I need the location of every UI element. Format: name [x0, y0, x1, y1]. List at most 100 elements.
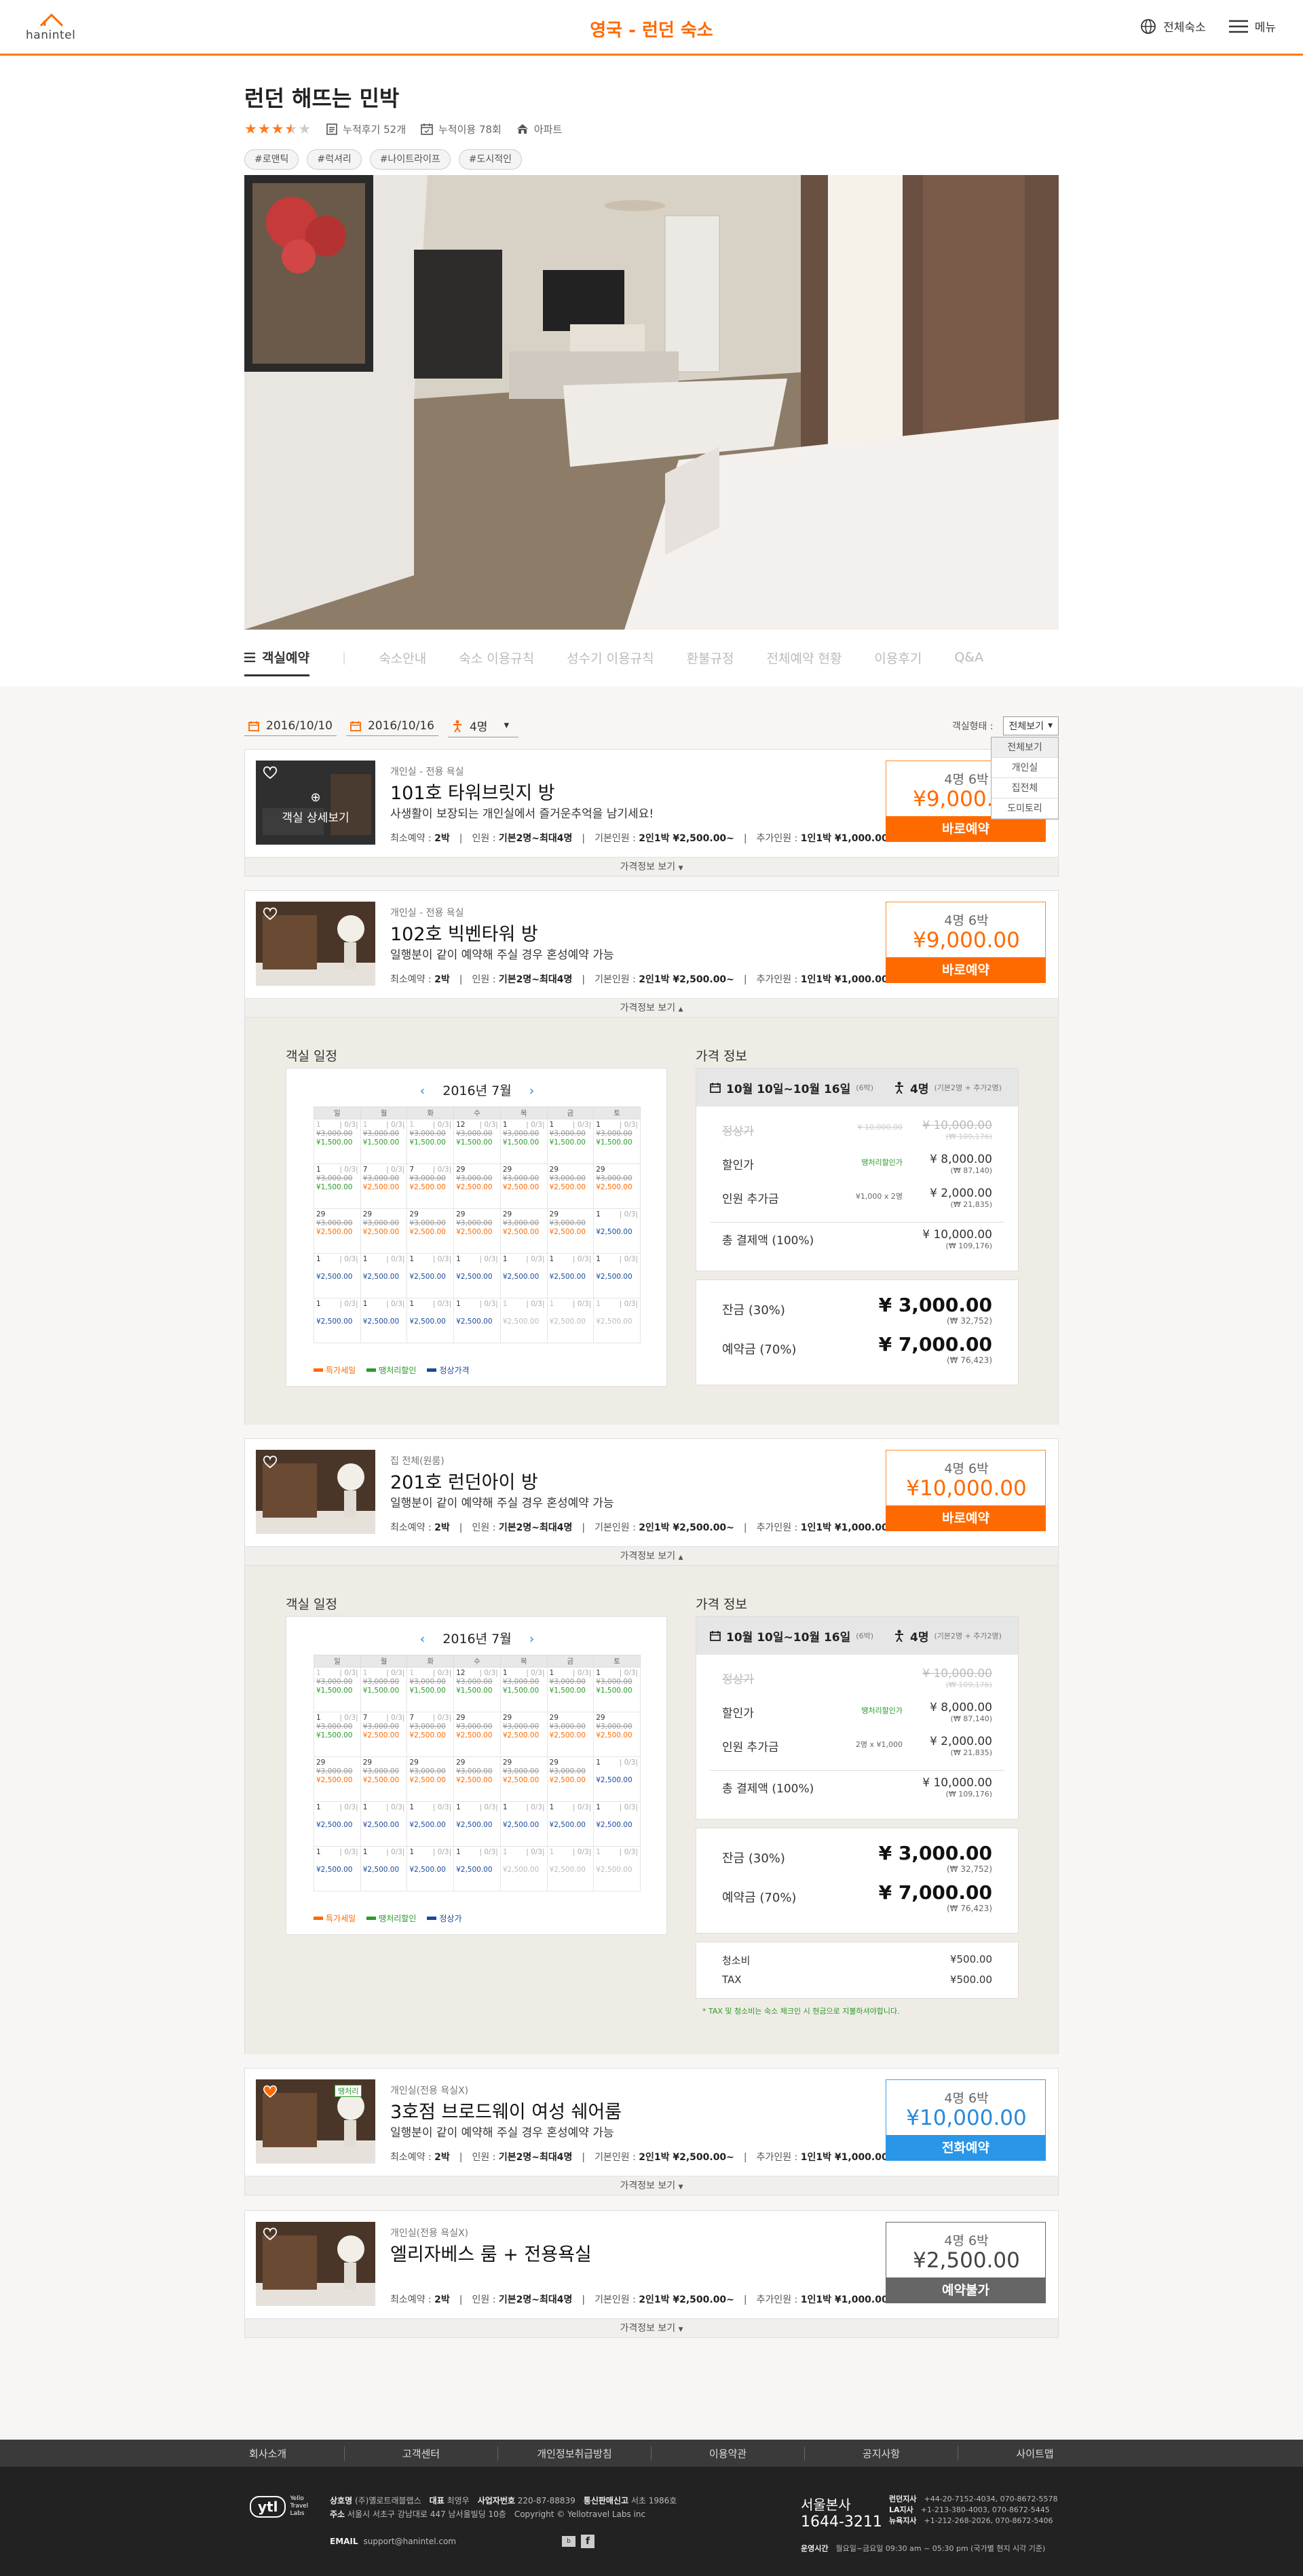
calendar-day[interactable]: 29 ¥3,000.00 ¥2,500.00	[546, 1208, 594, 1254]
footer-link-support[interactable]: 고객센터	[345, 2446, 498, 2461]
heart-icon[interactable]	[263, 2085, 278, 2098]
tab-reviews[interactable]: 이용후기	[874, 649, 922, 667]
calendar-day[interactable]: 12 | 0/3| ¥3,000.00 ¥1,500.00	[453, 1667, 501, 1712]
calendar-day[interactable]: 7 | 0/3| ¥3,000.00 ¥2,500.00	[360, 1164, 408, 1209]
calendar-day[interactable]: 1 | 0/3| ¥2,500.00	[314, 1846, 361, 1891]
calendar-day[interactable]: 1 | 0/3| ¥2,500.00	[499, 1846, 548, 1891]
calendar-day[interactable]: 29 ¥3,000.00 ¥2,500.00	[407, 1756, 455, 1802]
price-info-toggle[interactable]: 가격정보 보기 ▲	[245, 1546, 1058, 1565]
calendar-day[interactable]: 1 | 0/3| ¥2,500.00	[407, 1801, 455, 1847]
all-properties-link[interactable]: 전체숙소	[1140, 18, 1206, 35]
checkin-date[interactable]: 2016/10/10	[244, 716, 337, 736]
book-now-button[interactable]: 바로예약	[886, 957, 1046, 983]
room-thumbnail[interactable]: ⊕ 객실 상세보기	[256, 761, 375, 845]
calendar-day[interactable]: 29 ¥3,000.00 ¥2,500.00	[499, 1756, 548, 1802]
room-thumbnail[interactable]	[256, 1450, 375, 1534]
calendar-day[interactable]: 1 | 0/3| ¥2,500.00	[360, 1253, 408, 1299]
footer-link-privacy[interactable]: 개인정보취급방침	[498, 2446, 652, 2461]
calendar-day[interactable]: 29 ¥3,000.00 ¥2,500.00	[593, 1712, 641, 1757]
calendar-day[interactable]: 29 ¥3,000.00 ¥2,500.00	[453, 1164, 501, 1209]
calendar-day[interactable]: 1 | 0/3| ¥3,000.00 ¥1,500.00	[407, 1667, 455, 1712]
tab-refund[interactable]: 환불규정	[687, 649, 734, 667]
menu-button[interactable]: 메뉴	[1228, 18, 1276, 35]
calendar-day[interactable]: 29 ¥3,000.00 ¥2,500.00	[360, 1208, 408, 1254]
prev-month-button[interactable]: ‹	[420, 1632, 426, 1647]
calendar-day[interactable]: 1 | 0/3| ¥2,500.00	[593, 1801, 641, 1847]
blog-icon[interactable]: b	[562, 2536, 575, 2547]
price-info-toggle[interactable]: 가격정보 보기 ▼	[245, 2318, 1058, 2337]
calendar-day[interactable]: 1 | 0/3| ¥3,000.00 ¥1,500.00	[499, 1119, 548, 1164]
calendar-day[interactable]: 1 | 0/3| ¥3,000.00 ¥1,500.00	[314, 1164, 361, 1209]
calendar-day[interactable]: 1 | 0/3| ¥3,000.00 ¥1,500.00	[546, 1119, 594, 1164]
price-info-toggle[interactable]: 가격정보 보기 ▼	[245, 857, 1058, 876]
footer-link-about[interactable]: 회사소개	[191, 2446, 345, 2461]
calendar-day[interactable]: 1 | 0/3| ¥2,500.00	[499, 1253, 548, 1299]
calendar-day[interactable]: 29 ¥3,000.00 ¥2,500.00	[453, 1756, 501, 1802]
calendar-day[interactable]: 1 | 0/3| ¥2,500.00	[593, 1846, 641, 1891]
calendar-day[interactable]: 1 | 0/3| ¥2,500.00	[593, 1208, 641, 1254]
calendar-day[interactable]: 12 | 0/3| ¥3,000.00 ¥1,500.00	[453, 1119, 501, 1164]
guest-select[interactable]: 4명 ▼	[447, 714, 518, 737]
calendar-day[interactable]: 1 | 0/3| ¥3,000.00 ¥1,500.00	[593, 1119, 641, 1164]
room-name[interactable]: 201호 런던아이 방	[390, 1467, 538, 1494]
calendar-day[interactable]: 1 | 0/3| ¥3,000.00 ¥1,500.00	[314, 1119, 361, 1164]
calendar-day[interactable]: 1 | 0/3| ¥2,500.00	[593, 1756, 641, 1802]
heart-icon[interactable]	[263, 766, 278, 780]
room-thumbnail[interactable]	[256, 902, 375, 986]
email-value[interactable]: support@hanintel.com	[364, 2535, 456, 2548]
book-now-button[interactable]: 바로예약	[886, 816, 1046, 842]
heart-icon[interactable]	[263, 2227, 278, 2241]
calendar-day[interactable]: 29 ¥3,000.00 ¥2,500.00	[453, 1712, 501, 1757]
calendar-day[interactable]: 1 | 0/3| ¥3,000.00 ¥1,500.00	[499, 1667, 548, 1712]
calendar-day[interactable]: 7 | 0/3| ¥3,000.00 ¥2,500.00	[407, 1712, 455, 1757]
checkout-date[interactable]: 2016/10/16	[345, 716, 438, 736]
calendar-day[interactable]: 1 | 0/3| ¥3,000.00 ¥1,500.00	[314, 1667, 361, 1712]
calendar-day[interactable]: 1 | 0/3| ¥2,500.00	[314, 1253, 361, 1299]
calendar-day[interactable]: 1 | 0/3| ¥2,500.00	[453, 1253, 501, 1299]
calendar-day[interactable]: 1 | 0/3| ¥2,500.00	[360, 1846, 408, 1891]
tag-romantic[interactable]: #로맨틱	[244, 149, 299, 170]
footer-link-terms[interactable]: 이용약관	[652, 2446, 805, 2461]
tab-reservation[interactable]: 객실예약	[244, 648, 309, 676]
calendar-day[interactable]: 1 | 0/3| ¥3,000.00 ¥1,500.00	[593, 1667, 641, 1712]
calendar-day[interactable]: 29 ¥3,000.00 ¥2,500.00	[360, 1756, 408, 1802]
room-thumbnail[interactable]: 땡처리	[256, 2079, 375, 2164]
price-info-toggle[interactable]: 가격정보 보기 ▲	[245, 998, 1058, 1017]
calendar-day[interactable]: 1 | 0/3| ¥2,500.00	[546, 1846, 594, 1891]
book-now-button[interactable]: 바로예약	[886, 1505, 1046, 1531]
next-month-button[interactable]: ›	[529, 1632, 535, 1647]
footer-link-notice[interactable]: 공지사항	[805, 2446, 958, 2461]
option-all[interactable]: 전체보기	[992, 737, 1058, 758]
option-dorm[interactable]: 도미토리	[992, 799, 1058, 819]
calendar-day[interactable]: 29 ¥3,000.00 ¥2,500.00	[546, 1712, 594, 1757]
calendar-day[interactable]: 29 ¥3,000.00 ¥2,500.00	[593, 1164, 641, 1209]
tab-rules[interactable]: 숙소 이용규칙	[459, 649, 534, 667]
calendar-day[interactable]: 1 | 0/3| ¥2,500.00	[453, 1846, 501, 1891]
calendar-day[interactable]: 29 ¥3,000.00 ¥2,500.00	[499, 1164, 548, 1209]
room-name[interactable]: 엘리자베스 룸 + 전용욕실	[390, 2239, 592, 2266]
calendar-day[interactable]: 7 | 0/3| ¥3,000.00 ¥2,500.00	[360, 1712, 408, 1757]
room-type-select[interactable]: 전체보기 ▼	[1002, 716, 1059, 735]
calendar-day[interactable]: 1 | 0/3| ¥2,500.00	[593, 1298, 641, 1343]
footer-link-sitemap[interactable]: 사이트맵	[958, 2446, 1112, 2461]
tab-peak-rules[interactable]: 성수기 이용규칙	[567, 649, 654, 667]
tab-qna[interactable]: Q&A	[954, 650, 983, 665]
room-name[interactable]: 3호점 브로드웨이 여성 쉐어룸	[390, 2097, 622, 2123]
calendar-day[interactable]: 1 | 0/3| ¥2,500.00	[453, 1298, 501, 1343]
tab-booking-status[interactable]: 전체예약 현황	[767, 649, 842, 667]
calendar-day[interactable]: 1 | 0/3| ¥2,500.00	[407, 1846, 455, 1891]
calendar-day[interactable]: 29 ¥3,000.00 ¥2,500.00	[314, 1756, 361, 1802]
room-name[interactable]: 101호 타워브릿지 방	[390, 778, 555, 805]
calendar-day[interactable]: 1 | 0/3| ¥3,000.00 ¥1,500.00	[546, 1667, 594, 1712]
room-name[interactable]: 102호 빅벤타워 방	[390, 919, 538, 946]
calendar-day[interactable]: 1 | 0/3| ¥2,500.00	[499, 1801, 548, 1847]
tab-info[interactable]: 숙소안내	[379, 649, 426, 667]
calendar-day[interactable]: 29 ¥3,000.00 ¥2,500.00	[407, 1208, 455, 1254]
calendar-day[interactable]: 1 | 0/3| ¥3,000.00 ¥1,500.00	[314, 1712, 361, 1757]
calendar-day[interactable]: 1 | 0/3| ¥2,500.00	[407, 1298, 455, 1343]
option-entire[interactable]: 집전체	[992, 778, 1058, 799]
calendar-day[interactable]: 1 | 0/3| ¥2,500.00	[407, 1253, 455, 1299]
calendar-day[interactable]: 1 | 0/3| ¥3,000.00 ¥1,500.00	[360, 1667, 408, 1712]
phone-booking-button[interactable]: 전화예약	[886, 2135, 1046, 2161]
calendar-day[interactable]: 1 | 0/3| ¥2,500.00	[546, 1298, 594, 1343]
